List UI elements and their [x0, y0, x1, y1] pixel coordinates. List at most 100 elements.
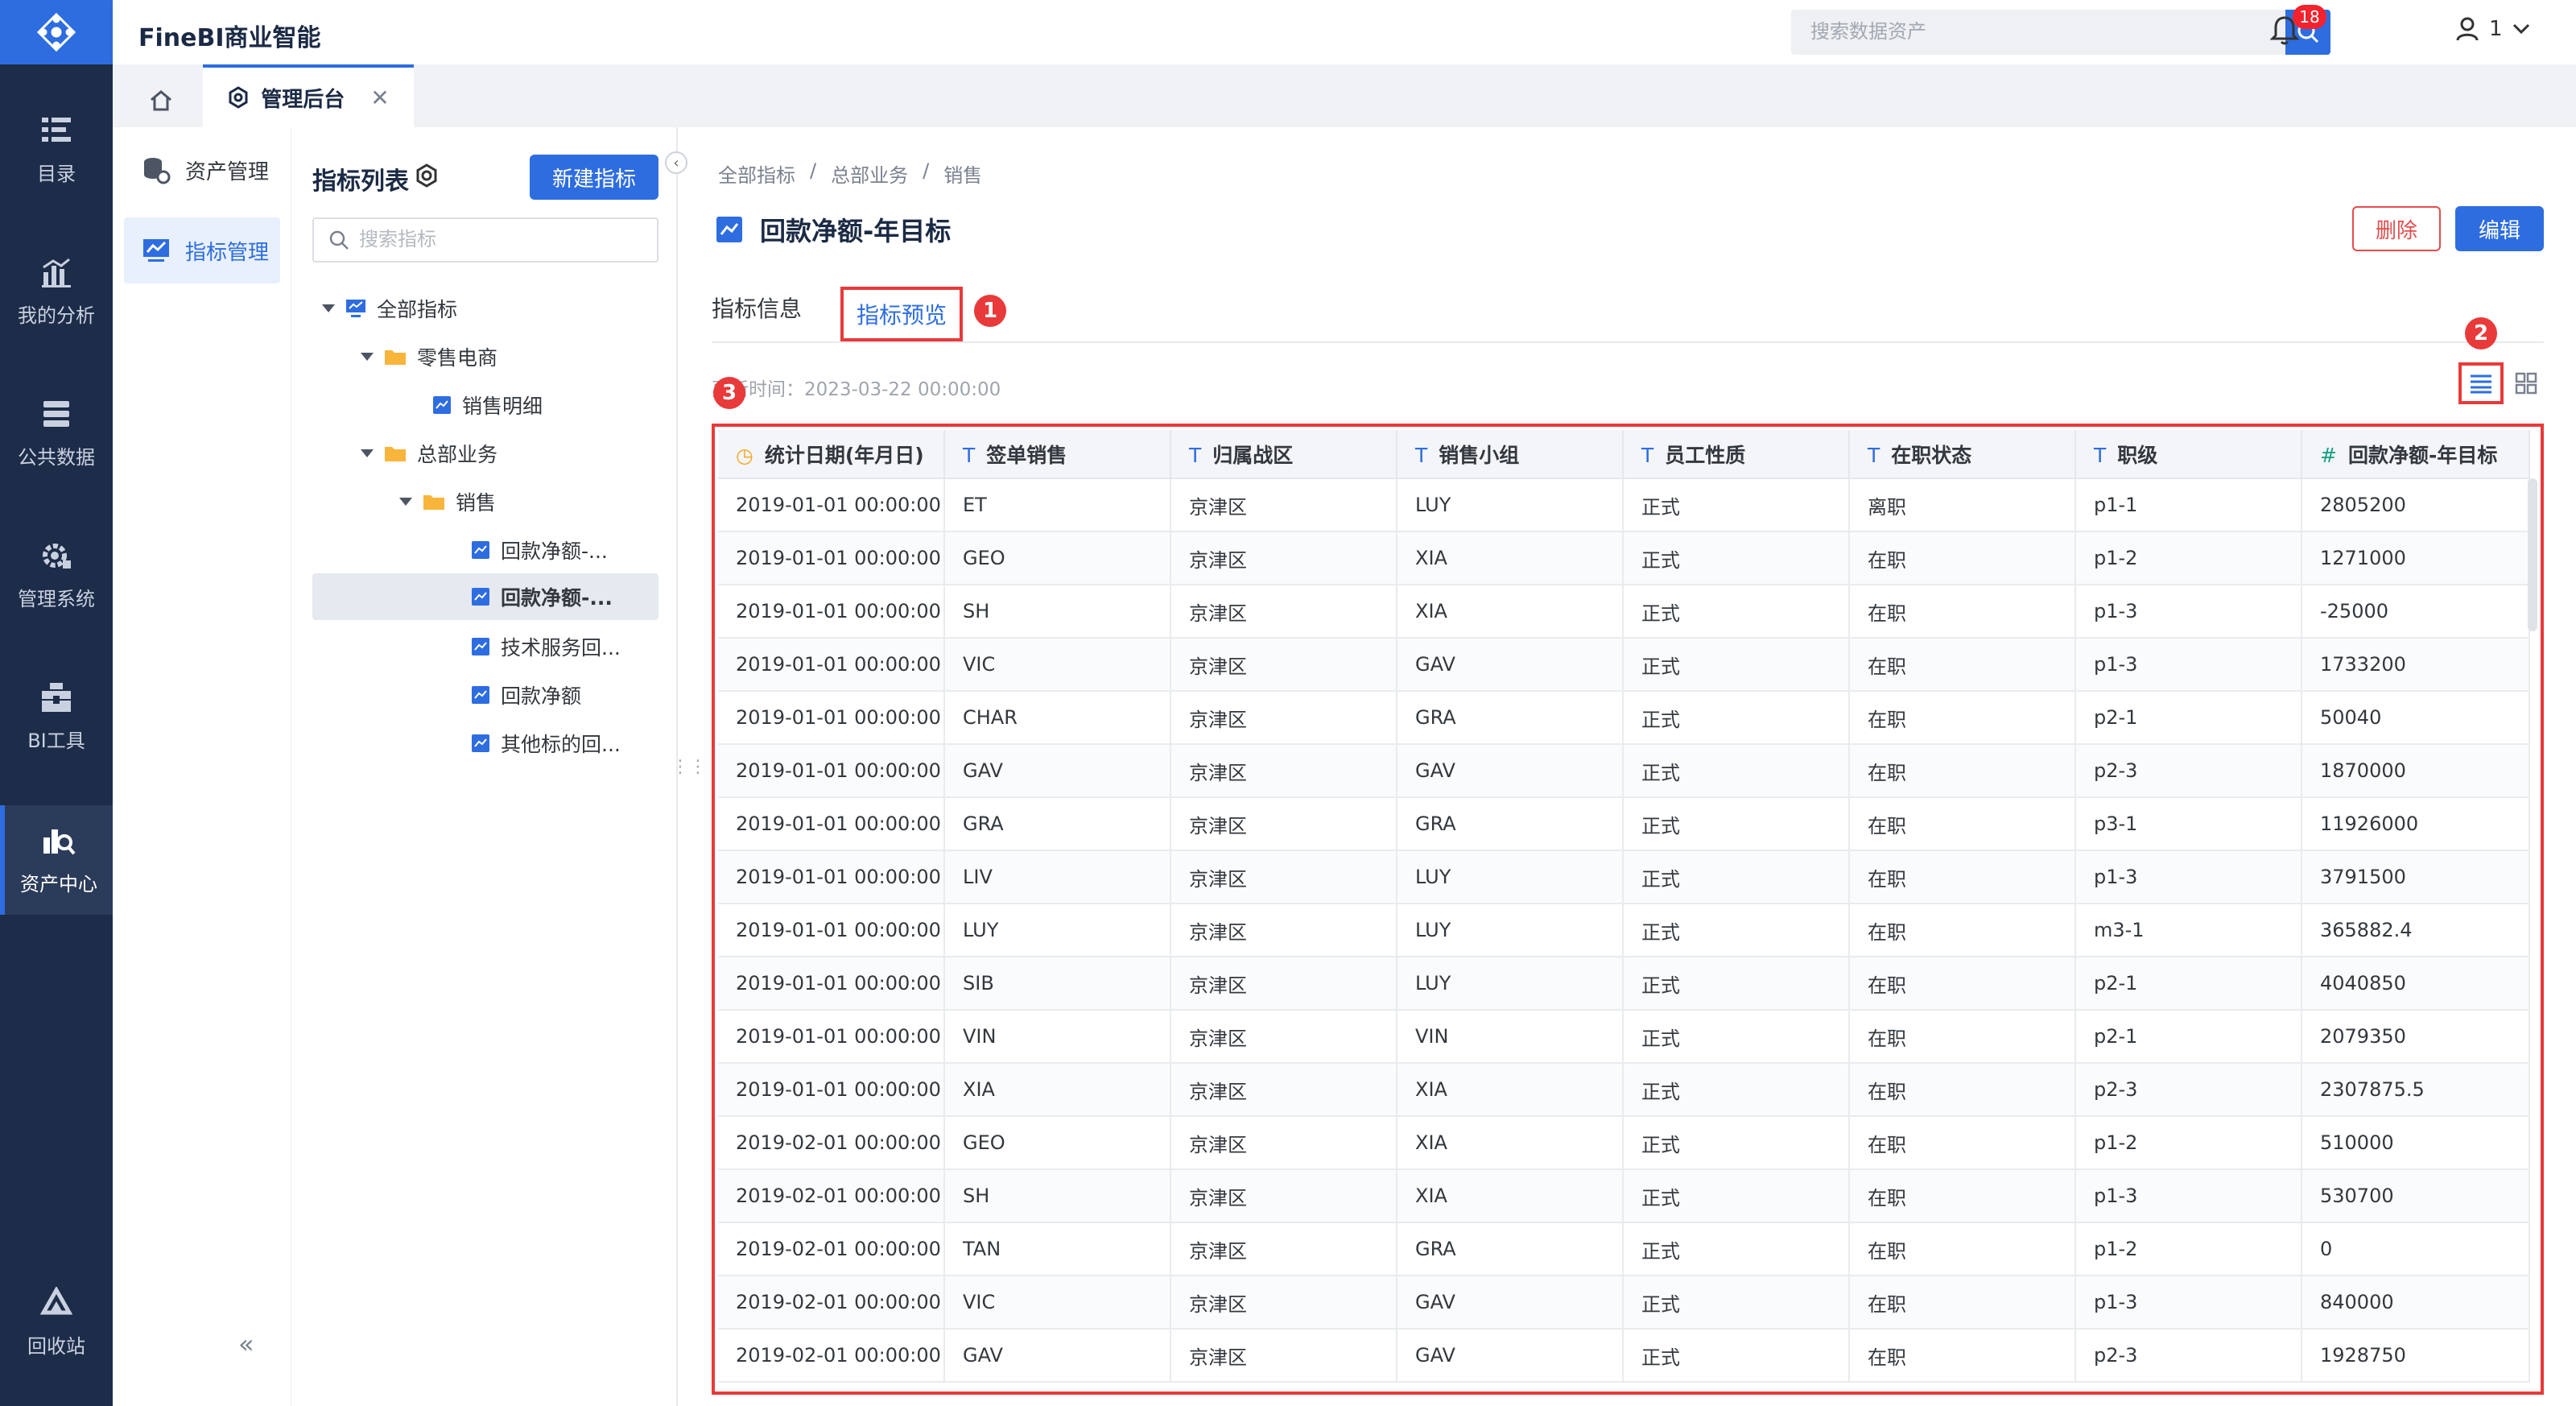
table-scrollbar[interactable]: [2528, 478, 2537, 631]
metric-search-input[interactable]: [359, 229, 649, 251]
user-name: 1: [2489, 17, 2503, 41]
close-icon[interactable]: ✕: [370, 85, 389, 111]
column-header[interactable]: T 归属战区: [1170, 430, 1397, 479]
table-row[interactable]: 2019-01-01 00:00:00 GRA 京津区 GRA 正式 在职 p3-1 1192…: [718, 797, 2530, 851]
breadcrumb-item[interactable]: 销售: [943, 159, 982, 188]
table-cell: 2019-01-01 00:00:00: [718, 904, 945, 957]
column-header[interactable]: T 销售小组: [1397, 430, 1624, 479]
table-cell: 京津区: [1170, 1222, 1397, 1276]
table-row[interactable]: 2019-01-01 00:00:00 SH 京津区 XIA 正式 在职 p1-3 -2500…: [718, 585, 2530, 639]
tree-node-label: 回款净额-...: [501, 586, 613, 610]
nav-label: 管理系统: [18, 587, 95, 610]
caret-down-icon[interactable]: [399, 498, 412, 506]
table-row[interactable]: 2019-01-01 00:00:00 LIV 京津区 LUY 正式 在职 p1-3 3791…: [718, 850, 2530, 904]
sidebar-item-asset-management[interactable]: 资产管理: [124, 137, 280, 203]
column-header[interactable]: ◷ 统计日期(年月日): [718, 430, 945, 479]
nav-item-public-data[interactable]: 公共数据: [0, 378, 113, 488]
table-cell: 京津区: [1170, 1063, 1397, 1117]
caret-down-icon[interactable]: [361, 449, 374, 457]
table-row[interactable]: 2019-01-01 00:00:00 VIC 京津区 GAV 正式 在职 p1-3 1733…: [718, 638, 2530, 692]
chevron-down-icon: [2512, 23, 2529, 35]
page-title-text: 回款净额-年目标: [760, 216, 952, 246]
tree-node-metric[interactable]: 回款净额: [470, 672, 581, 718]
table-row[interactable]: 2019-02-01 00:00:00 SH 京津区 XIA 正式 在职 p1-3 53070…: [718, 1169, 2530, 1223]
breadcrumb: 全部指标 / 总部业务 / 销售: [718, 159, 982, 188]
nav-item-asset-center[interactable]: 资产中心: [0, 805, 113, 915]
column-header[interactable]: T 员工性质: [1623, 430, 1850, 479]
table-row[interactable]: 2019-01-01 00:00:00 ET 京津区 LUY 正式 离职 p1-1 28052…: [718, 478, 2530, 532]
table-row[interactable]: 2019-01-01 00:00:00 GEO 京津区 XIA 正式 在职 p1-2 1271…: [718, 531, 2530, 585]
table-cell: m3-1: [2075, 904, 2302, 957]
table-cell: 840000: [2301, 1276, 2530, 1329]
caret-down-icon[interactable]: [361, 353, 374, 361]
table-cell: 在职: [1849, 1276, 2076, 1329]
list-view-button[interactable]: [2458, 362, 2504, 404]
breadcrumb-item[interactable]: 总部业务: [831, 159, 908, 188]
caret-down-icon[interactable]: [322, 304, 335, 312]
notification-badge: 18: [2293, 5, 2326, 29]
table-cell: 在职: [1849, 1169, 2076, 1223]
delete-button[interactable]: 删除: [2352, 206, 2441, 251]
tab-admin[interactable]: 管理后台 ✕: [203, 64, 414, 127]
tree-node-metric[interactable]: 其他标的回...: [470, 720, 621, 767]
tree-node-retail[interactable]: 零售电商: [361, 333, 497, 380]
table-cell: 正式: [1623, 904, 1850, 957]
edit-button[interactable]: 编辑: [2455, 206, 2544, 251]
tab-metric-info[interactable]: 指标信息: [712, 292, 802, 324]
tree-node-headquarters[interactable]: 总部业务: [361, 430, 497, 477]
gear-icon[interactable]: [414, 163, 440, 192]
tree-node-sales-detail[interactable]: 销售明细: [431, 382, 543, 428]
nav-item-catalog[interactable]: 目录: [0, 95, 113, 205]
column-label: 签单销售: [986, 443, 1067, 467]
collapse-sidebar-icon[interactable]: «: [238, 1329, 254, 1359]
table-cell: 1733200: [2301, 638, 2530, 692]
new-metric-button[interactable]: 新建指标: [530, 155, 658, 200]
table-row[interactable]: 2019-01-01 00:00:00 VIN 京津区 VIN 正式 在职 p2-1 2079…: [718, 1010, 2530, 1064]
table-cell: 京津区: [1170, 691, 1397, 745]
nav-item-management[interactable]: 管理系统: [0, 520, 113, 630]
tree-node-all-metrics[interactable]: 全部指标: [322, 285, 457, 332]
table-cell: 1271000: [2301, 531, 2530, 585]
finebi-logo[interactable]: [0, 0, 113, 64]
metric-icon: [472, 588, 489, 606]
table-row[interactable]: 2019-01-01 00:00:00 XIA 京津区 XIA 正式 在职 p2-3 2307…: [718, 1063, 2530, 1117]
breadcrumb-item[interactable]: 全部指标: [718, 159, 795, 188]
table-cell: GAV: [944, 1329, 1171, 1383]
tree-node-label: 销售明细: [462, 395, 543, 418]
grid-view-button[interactable]: [2510, 367, 2542, 399]
resize-handle[interactable]: ⋮⋮: [671, 757, 707, 777]
table-cell: 正式: [1623, 957, 1850, 1011]
tree-node-metric-selected[interactable]: 回款净额-...: [312, 573, 658, 620]
column-label: 职级: [2117, 443, 2158, 467]
sidebar-item-metric-management[interactable]: 指标管理: [124, 217, 280, 283]
tree-node-sales[interactable]: 销售: [399, 478, 496, 525]
tree-node-metric[interactable]: 技术服务回...: [470, 623, 621, 670]
table-row[interactable]: 2019-01-01 00:00:00 SIB 京津区 LUY 正式 在职 p2-1 4040…: [718, 957, 2530, 1011]
nav-item-recycle-bin[interactable]: 回收站: [0, 1267, 113, 1377]
table-cell: 在职: [1849, 691, 2076, 745]
table-cell: 在职: [1849, 850, 2076, 904]
table-row[interactable]: 2019-01-01 00:00:00 LUY 京津区 LUY 正式 在职 m3-1 3658…: [718, 904, 2530, 957]
column-header[interactable]: T 签单销售: [944, 430, 1171, 479]
user-menu[interactable]: 1: [2455, 16, 2530, 42]
tab-metric-preview[interactable]: 指标预览: [840, 287, 963, 341]
column-header[interactable]: T 职级: [2075, 430, 2302, 479]
tree-node-metric[interactable]: 回款净额-...: [470, 527, 608, 573]
table-row[interactable]: 2019-02-01 00:00:00 GAV 京津区 GAV 正式 在职 p2-3 1928…: [718, 1329, 2530, 1383]
table-row[interactable]: 2019-01-01 00:00:00 GAV 京津区 GAV 正式 在职 p2-3 1870…: [718, 744, 2530, 798]
nav-item-bi-tools[interactable]: BI工具: [0, 662, 113, 771]
column-header[interactable]: # 回款净额-年目标: [2301, 430, 2530, 479]
nav-item-my-analysis[interactable]: 我的分析: [0, 237, 113, 346]
table-row[interactable]: 2019-02-01 00:00:00 VIC 京津区 GAV 正式 在职 p1-3 8400…: [718, 1276, 2530, 1329]
table-row[interactable]: 2019-01-01 00:00:00 CHAR 京津区 GRA 正式 在职 p2-1 500…: [718, 691, 2530, 745]
collapse-tree-button[interactable]: ‹: [665, 151, 687, 174]
nav-label: 目录: [37, 162, 76, 185]
table-cell: 京津区: [1170, 1010, 1397, 1064]
search-icon: [329, 230, 349, 250]
search-input[interactable]: [1791, 10, 2282, 55]
tab-home[interactable]: [124, 74, 198, 127]
table-row[interactable]: 2019-02-01 00:00:00 GEO 京津区 XIA 正式 在职 p1-2 5100…: [718, 1116, 2530, 1170]
column-header[interactable]: T 在职状态: [1849, 430, 2076, 479]
table-row[interactable]: 2019-02-01 00:00:00 TAN 京津区 GRA 正式 在职 p1-2 0: [718, 1222, 2530, 1276]
table-cell: VIN: [944, 1010, 1171, 1064]
